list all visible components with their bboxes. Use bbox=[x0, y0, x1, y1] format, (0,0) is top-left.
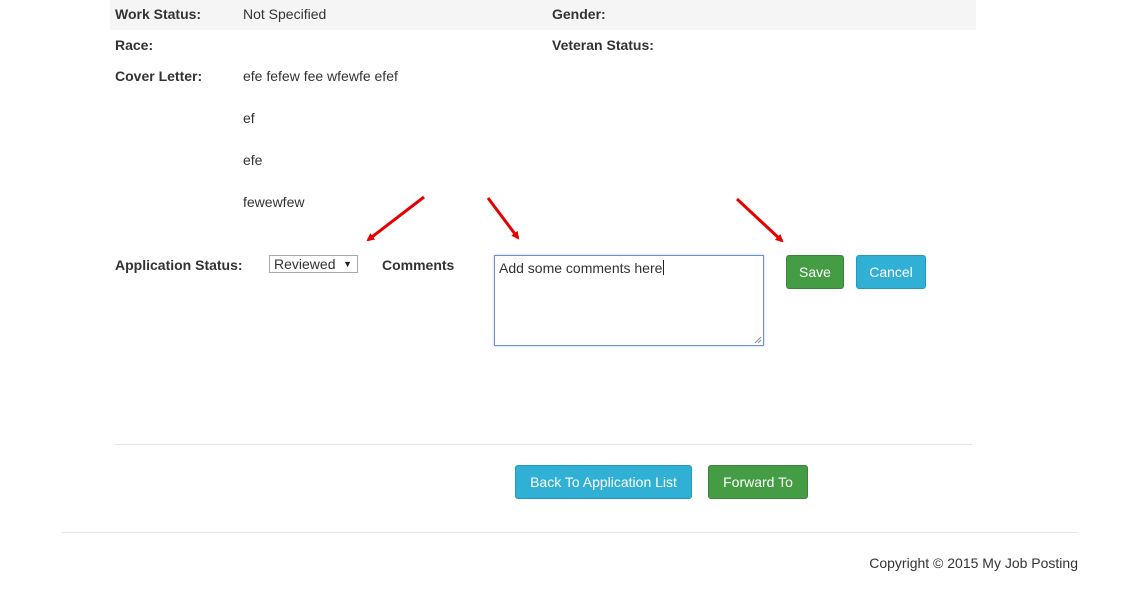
application-status-select[interactable]: Reviewed ▼ bbox=[269, 255, 358, 273]
comments-textarea[interactable]: Add some comments here bbox=[494, 255, 764, 346]
application-status-selected: Reviewed bbox=[274, 256, 336, 272]
forward-to-button[interactable]: Forward To bbox=[708, 465, 808, 499]
back-to-application-list-button[interactable]: Back To Application List bbox=[515, 465, 692, 499]
arrow-to-comments-icon bbox=[486, 197, 520, 240]
section-divider bbox=[115, 444, 972, 445]
comments-label: Comments bbox=[382, 257, 455, 273]
arrow-to-save-icon bbox=[735, 197, 784, 243]
cancel-button[interactable]: Cancel bbox=[856, 255, 926, 289]
text-cursor bbox=[663, 260, 665, 275]
application-status-label: Application Status: bbox=[115, 257, 243, 273]
resize-grip-icon[interactable] bbox=[754, 336, 762, 344]
comments-text: Add some comments here bbox=[499, 260, 663, 276]
footer-divider bbox=[62, 532, 1078, 533]
arrow-to-status-icon bbox=[366, 195, 425, 242]
dropdown-arrow-icon: ▼ bbox=[343, 259, 352, 269]
copyright-text: Copyright © 2015 My Job Posting bbox=[869, 555, 1078, 571]
save-button[interactable]: Save bbox=[786, 255, 844, 289]
